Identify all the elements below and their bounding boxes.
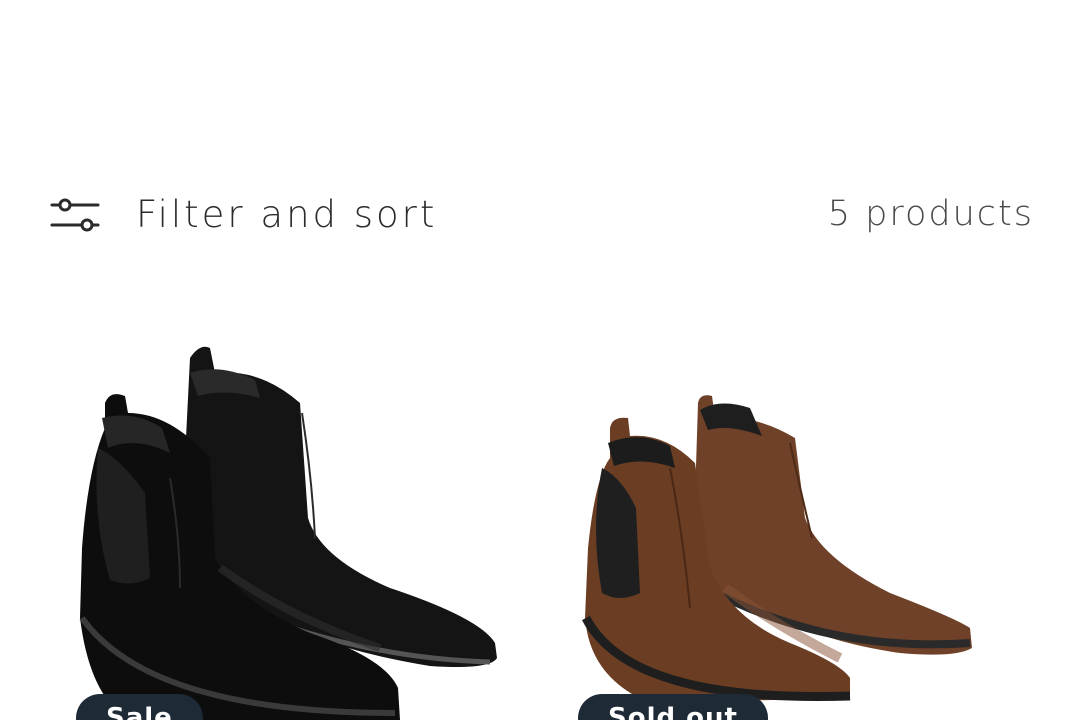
facets-toolbar: Filter and sort 5 products: [50, 190, 1034, 238]
product-card[interactable]: Sold out: [550, 318, 1035, 720]
product-grid: Sale Sold out: [50, 318, 1034, 720]
filter-sliders-icon: [50, 198, 100, 232]
product-image-brown-chelsea-boots: [582, 395, 972, 703]
product-image-black-chelsea-boots: [79, 346, 497, 720]
sold-out-badge: Sold out: [578, 694, 768, 720]
sale-badge: Sale: [76, 694, 203, 720]
filter-and-sort-label: Filter and sort: [136, 192, 438, 236]
filter-and-sort-button[interactable]: Filter and sort: [50, 193, 437, 236]
product-card[interactable]: Sale: [50, 318, 535, 720]
product-count: 5 products: [827, 194, 1034, 234]
